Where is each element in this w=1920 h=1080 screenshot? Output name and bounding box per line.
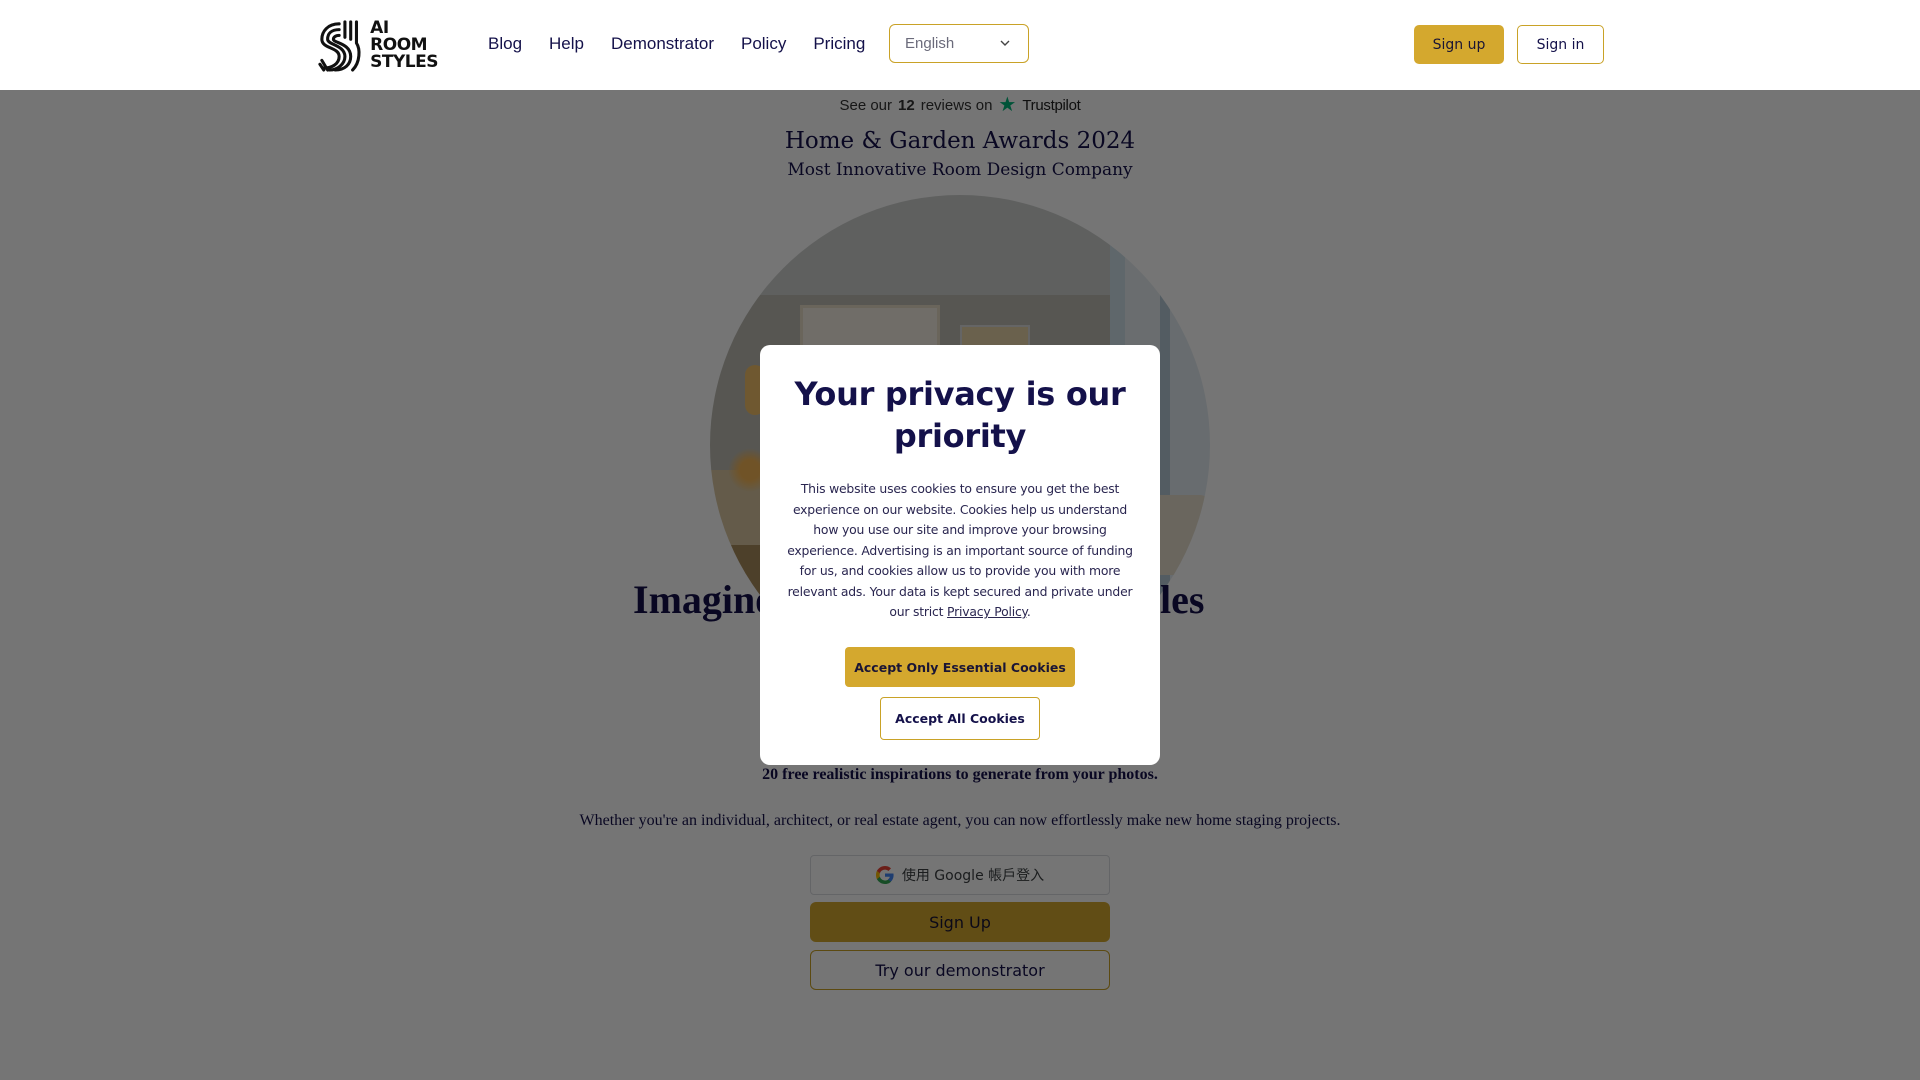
- accept-all-cookies-button[interactable]: Accept All Cookies: [880, 697, 1040, 740]
- cookie-modal-body-text: This website uses cookies to ensure you …: [787, 481, 1133, 619]
- nav-link-policy[interactable]: Policy: [741, 30, 786, 58]
- cookie-modal-title: Your privacy is our priority: [794, 375, 1126, 455]
- language-select-value: English: [905, 35, 955, 52]
- cookie-modal-body: This website uses cookies to ensure you …: [782, 479, 1138, 623]
- site-logo[interactable]: AI ROOM STYLES: [318, 16, 438, 74]
- chevron-down-icon: [1000, 40, 1010, 46]
- cookie-consent-modal: Your privacy is our priority This websit…: [760, 345, 1160, 765]
- header-sign-up-button[interactable]: Sign up: [1414, 25, 1504, 64]
- accept-essential-cookies-button[interactable]: Accept Only Essential Cookies: [845, 647, 1075, 687]
- logo-line: STYLES: [370, 51, 438, 72]
- language-select[interactable]: English: [889, 24, 1029, 63]
- header-sign-in-button[interactable]: Sign in: [1517, 25, 1604, 64]
- logo-text: AI ROOM STYLES: [370, 17, 438, 72]
- logo-line: AI: [370, 17, 389, 38]
- privacy-policy-link[interactable]: Privacy Policy: [947, 604, 1027, 619]
- cookie-modal-body-end: .: [1026, 604, 1031, 619]
- logo-mark-icon: [318, 20, 361, 72]
- nav-link-demonstrator[interactable]: Demonstrator: [611, 30, 714, 58]
- nav-link-blog[interactable]: Blog: [488, 30, 522, 58]
- main-nav: Blog Help Demonstrator Policy Pricing: [488, 30, 892, 58]
- logo-line: ROOM: [370, 34, 428, 55]
- nav-link-help[interactable]: Help: [549, 30, 584, 58]
- site-header: AI ROOM STYLES Blog Help Demonstrator Po…: [0, 0, 1920, 90]
- nav-link-pricing[interactable]: Pricing: [813, 30, 865, 58]
